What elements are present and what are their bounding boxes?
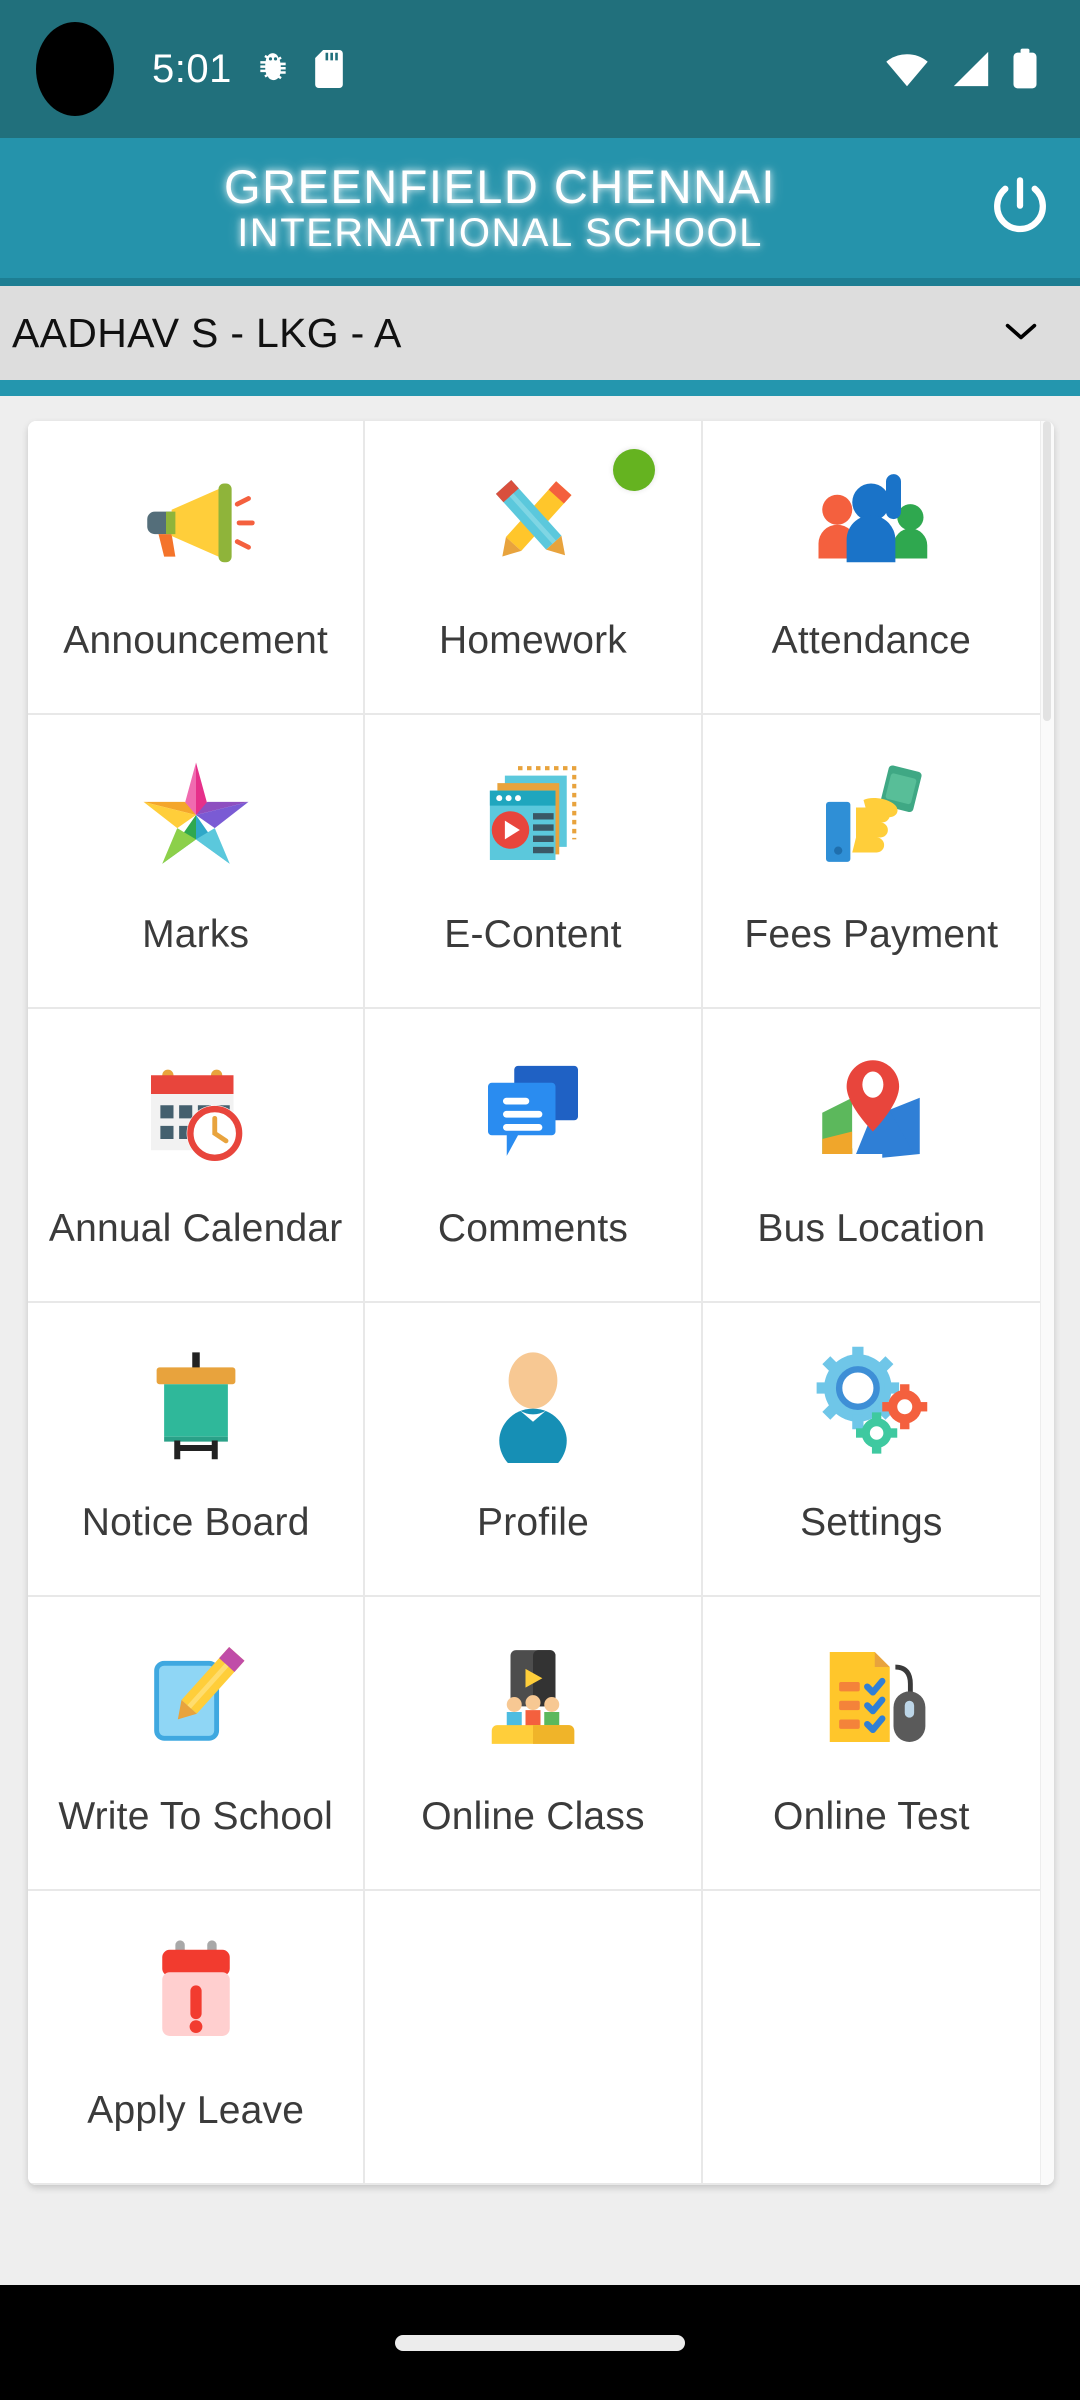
- phone-screen: 5:01 GREENFIELD CHENNAI INTERNATIONAL SC…: [0, 0, 1080, 2400]
- cellular-signal-icon: [953, 51, 989, 87]
- status-bar-right: [884, 48, 1038, 90]
- screen-students-icon: [365, 1597, 700, 1797]
- tile-label: Fees Payment: [744, 913, 999, 956]
- tile-fees-payment[interactable]: Fees Payment: [702, 715, 1040, 1009]
- tile-label: Profile: [477, 1501, 589, 1544]
- gears-icon: [703, 1303, 1040, 1503]
- tile-label: Homework: [439, 619, 627, 662]
- tile-online-class[interactable]: Online Class: [365, 1597, 703, 1891]
- status-clock: 5:01: [152, 46, 232, 91]
- tile-empty-slot: [365, 1891, 703, 2185]
- crossed-pencils-icon: [365, 421, 700, 621]
- grid-scrollbar[interactable]: [1040, 421, 1054, 2185]
- student-selector-dropdown[interactable]: AADHAV S - LKG - A: [0, 286, 1080, 380]
- tile-notice-board[interactable]: Notice Board: [28, 1303, 366, 1597]
- student-selector-value: AADHAV S - LKG - A: [12, 309, 402, 356]
- homework-notification-badge: [612, 449, 655, 491]
- calendar-clock-icon: [28, 1009, 363, 1209]
- tile-label: Bus Location: [757, 1207, 986, 1250]
- camera-cutout: [36, 22, 114, 116]
- megaphone-icon: [28, 421, 363, 621]
- media-pages-icon: [365, 715, 700, 915]
- empty-icon: [365, 1891, 700, 2091]
- status-bar: 5:01: [0, 0, 1080, 138]
- logout-button[interactable]: [960, 138, 1080, 278]
- home-gesture-pill[interactable]: [395, 2334, 685, 2351]
- hand-cash-icon: [703, 715, 1040, 915]
- menu-grid-card: Announcement Homework Attendance Marks E…: [28, 421, 1054, 2185]
- people-raised-hand-icon: [703, 421, 1040, 621]
- tile-label: Write To School: [58, 1795, 333, 1838]
- selector-underline: [0, 380, 1080, 396]
- user-avatar-icon: [365, 1303, 700, 1503]
- tile-write-to-school[interactable]: Write To School: [28, 1597, 366, 1891]
- note-pencil-icon: [28, 1597, 363, 1797]
- tile-empty-slot: [702, 1891, 1040, 2185]
- wifi-icon: [886, 54, 928, 87]
- tile-e-content[interactable]: E-Content: [365, 715, 703, 1009]
- tile-announcement[interactable]: Announcement: [28, 421, 366, 715]
- tile-apply-leave[interactable]: Apply Leave: [28, 1891, 366, 2185]
- menu-grid: Announcement Homework Attendance Marks E…: [28, 421, 1040, 2185]
- tile-marks[interactable]: Marks: [28, 715, 366, 1009]
- bug-debug-icon: [260, 53, 286, 81]
- school-name-line1: GREENFIELD CHENNAI: [224, 159, 776, 213]
- tile-label: Announcement: [63, 619, 329, 662]
- chat-bubbles-icon: [365, 1009, 700, 1209]
- tile-label: Apply Leave: [87, 2089, 305, 2132]
- tile-label: Comments: [437, 1207, 629, 1250]
- chevron-down-icon: [998, 316, 1054, 351]
- status-bar-left: 5:01: [152, 47, 344, 92]
- tile-settings[interactable]: Settings: [702, 1303, 1040, 1597]
- tile-comments[interactable]: Comments: [365, 1009, 703, 1303]
- system-navigation-bar: [0, 2285, 1080, 2400]
- school-name: GREENFIELD CHENNAI INTERNATIONAL SCHOOL: [0, 159, 960, 255]
- tile-label: Notice Board: [81, 1501, 310, 1544]
- tile-profile[interactable]: Profile: [365, 1303, 703, 1597]
- map-pin-icon: [703, 1009, 1040, 1209]
- tile-label: Settings: [800, 1501, 943, 1544]
- tile-label: E-Content: [444, 913, 622, 956]
- power-logout-icon: [994, 177, 1046, 233]
- empty-icon: [703, 1891, 1040, 2091]
- red-calendar-alert-icon: [28, 1891, 363, 2091]
- tile-label: Annual Calendar: [48, 1207, 343, 1250]
- colorful-star-icon: [28, 715, 363, 915]
- easel-board-icon: [28, 1303, 363, 1503]
- tile-label: Online Class: [421, 1795, 645, 1838]
- school-name-line2: INTERNATIONAL SCHOOL: [237, 210, 763, 255]
- header-bottom-divider: [0, 278, 1080, 286]
- tile-homework[interactable]: Homework: [365, 421, 703, 715]
- app-header: GREENFIELD CHENNAI INTERNATIONAL SCHOOL: [0, 138, 1080, 278]
- sd-card-icon: [315, 50, 343, 88]
- tile-label: Attendance: [771, 619, 971, 662]
- battery-icon: [1013, 48, 1037, 89]
- tile-label: Online Test: [773, 1795, 970, 1838]
- tile-bus-location[interactable]: Bus Location: [702, 1009, 1040, 1303]
- grid-scrollbar-thumb[interactable]: [1043, 421, 1051, 721]
- tile-annual-calendar[interactable]: Annual Calendar: [28, 1009, 366, 1303]
- checklist-mouse-icon: [703, 1597, 1040, 1797]
- tile-label: Marks: [142, 913, 250, 956]
- tile-online-test[interactable]: Online Test: [702, 1597, 1040, 1891]
- tile-attendance[interactable]: Attendance: [702, 421, 1040, 715]
